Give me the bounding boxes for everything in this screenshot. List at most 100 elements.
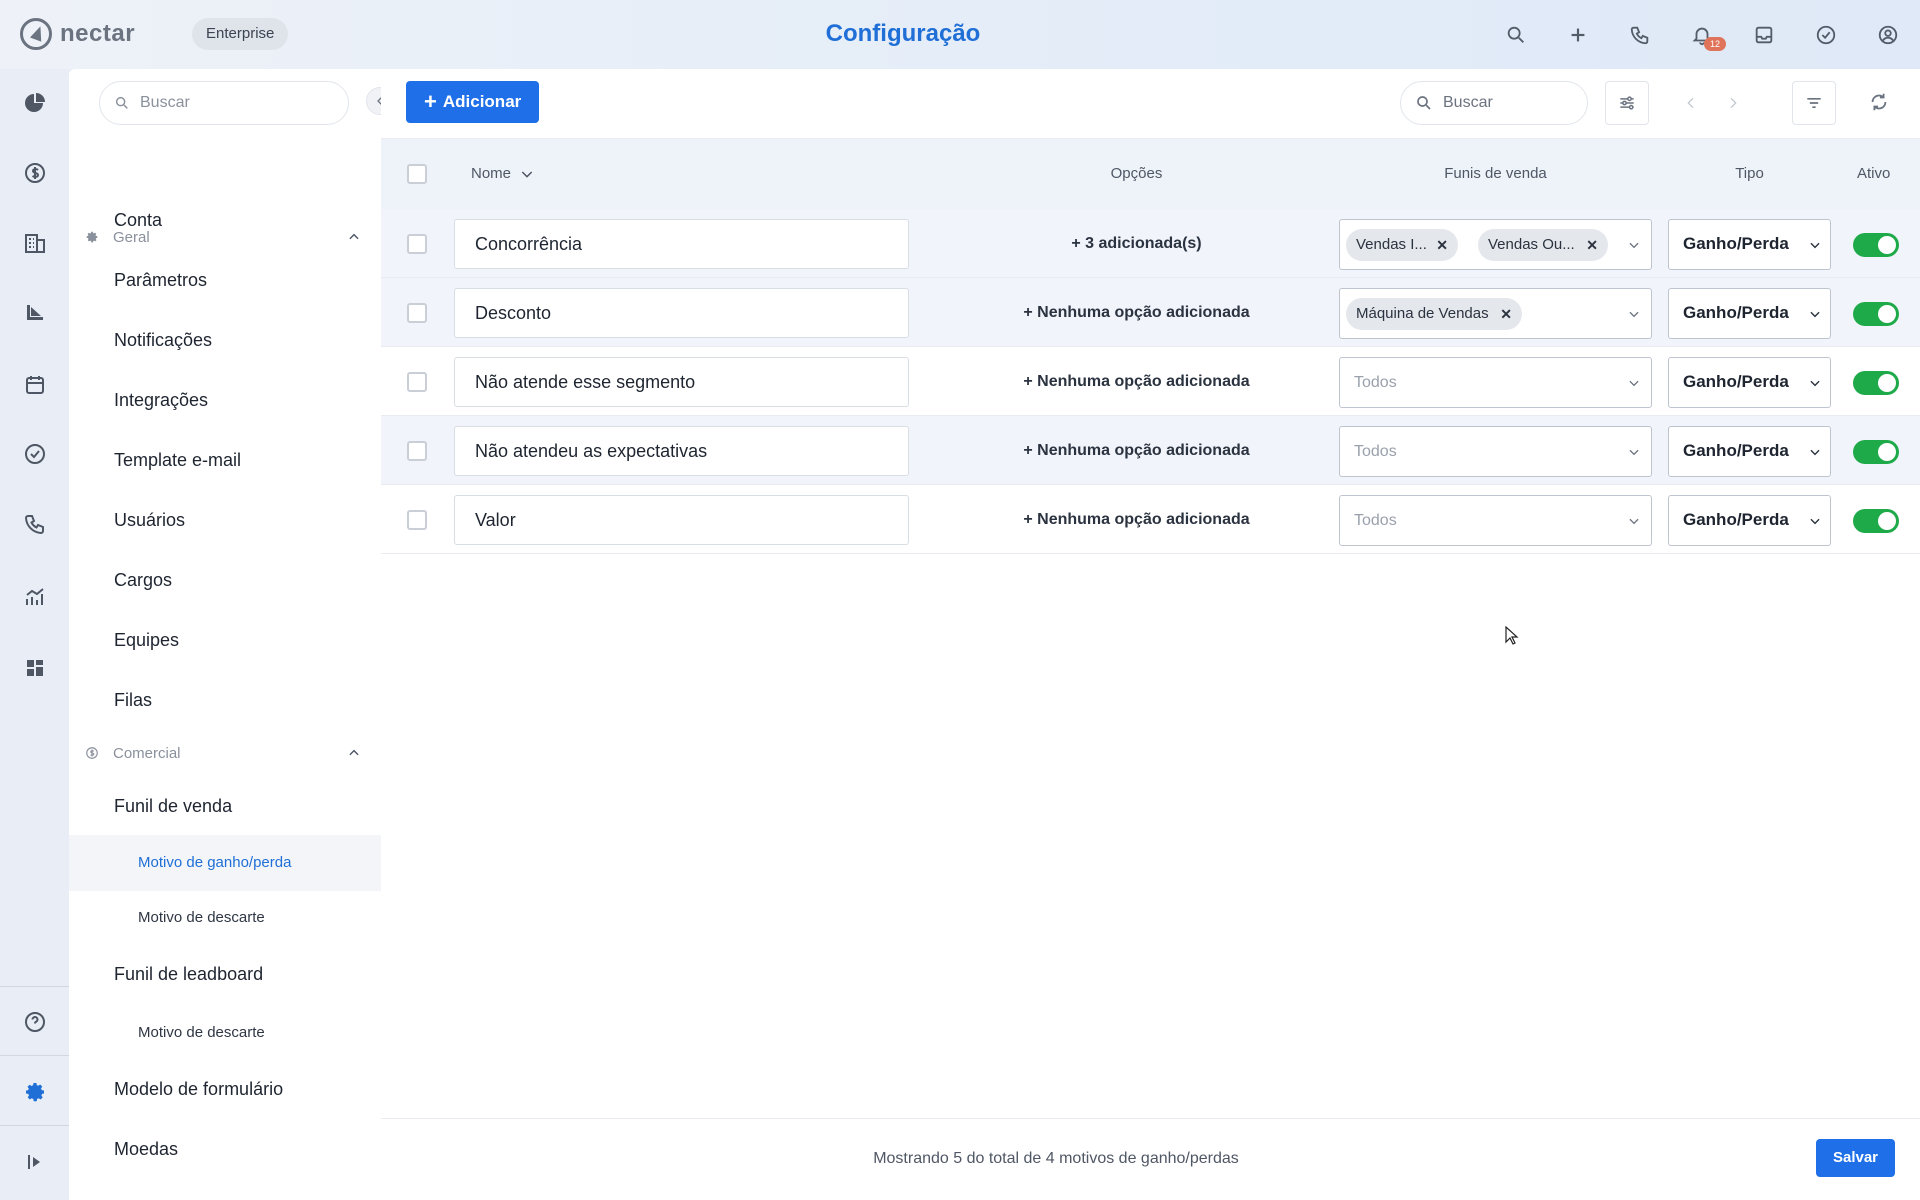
funnel-select[interactable]: Todos bbox=[1339, 495, 1652, 546]
help-icon[interactable] bbox=[19, 1006, 51, 1038]
sidebar-item-funil-de-venda[interactable]: Funil de venda bbox=[114, 796, 232, 817]
funnel-select[interactable]: Todos bbox=[1339, 426, 1652, 477]
phone-icon[interactable] bbox=[19, 508, 51, 540]
bell-icon[interactable]: 12 bbox=[1684, 17, 1726, 53]
sidebar-item-motivo-ganho-perda[interactable]: Motivo de ganho/perda bbox=[138, 854, 291, 871]
table-row: Valor + Nenhuma opção adicionada Todos G… bbox=[381, 485, 1920, 554]
sidebar-item-motivo-descarte-lead[interactable]: Motivo de descarte bbox=[138, 1024, 265, 1041]
active-toggle[interactable] bbox=[1853, 302, 1899, 326]
sidebar-item-notificacoes[interactable]: Notificações bbox=[114, 330, 212, 351]
remove-chip-icon[interactable]: ✕ bbox=[1436, 229, 1448, 261]
dashboard-icon[interactable] bbox=[19, 652, 51, 684]
sidebar-item-modelo-formulario[interactable]: Modelo de formulário bbox=[114, 1079, 283, 1100]
table-search-placeholder: Buscar bbox=[1443, 94, 1493, 111]
active-toggle[interactable] bbox=[1853, 371, 1899, 395]
dollar-icon[interactable] bbox=[19, 157, 51, 189]
remove-chip-icon[interactable]: ✕ bbox=[1586, 229, 1598, 261]
gear-icon[interactable] bbox=[19, 1076, 51, 1108]
user-circle-icon[interactable] bbox=[1870, 17, 1906, 53]
type-select[interactable]: Ganho/Perda bbox=[1668, 357, 1831, 408]
top-icons: 12 bbox=[1498, 17, 1906, 53]
reason-name-input[interactable]: Não atendeu as expectativas bbox=[454, 426, 909, 476]
options-label: 3 adicionada(s) bbox=[1085, 235, 1202, 252]
section-comercial[interactable]: Comercial bbox=[85, 738, 367, 768]
save-button[interactable]: Salvar bbox=[1816, 1139, 1895, 1177]
type-select[interactable]: Ganho/Perda bbox=[1668, 495, 1831, 546]
rail-divider bbox=[0, 1125, 69, 1126]
sidebar-item-funil-de-leadboard[interactable]: Funil de leadboard bbox=[114, 964, 263, 985]
funnel-chip: Vendas I... ✕ bbox=[1346, 229, 1458, 261]
sidebar-item-equipes[interactable]: Equipes bbox=[114, 630, 179, 651]
funnel-select[interactable]: Todos bbox=[1339, 357, 1652, 408]
options-link[interactable]: + Nenhuma opção adicionada bbox=[909, 416, 1364, 485]
options-link[interactable]: + Nenhuma opção adicionada bbox=[909, 278, 1364, 347]
section-title: Comercial bbox=[113, 744, 181, 762]
calendar-icon[interactable] bbox=[19, 369, 51, 401]
toolbar: + Adicionar Buscar bbox=[381, 69, 1920, 139]
plus-icon[interactable] bbox=[1560, 17, 1596, 53]
phone-icon[interactable] bbox=[1622, 17, 1658, 53]
options-label: Nenhuma opção adicionada bbox=[1037, 442, 1250, 459]
results-summary: Mostrando 5 do total de 4 motivos de gan… bbox=[873, 1150, 1239, 1167]
options-link[interactable]: + 3 adicionada(s) bbox=[909, 209, 1364, 278]
sidebar-item-conta[interactable]: Conta bbox=[114, 210, 162, 231]
row-checkbox[interactable] bbox=[407, 234, 427, 254]
add-button[interactable]: + Adicionar bbox=[406, 81, 540, 123]
type-value: Ganho/Perda bbox=[1683, 510, 1789, 529]
funnel-chart-icon[interactable] bbox=[19, 297, 51, 329]
sidebar-item-usuarios[interactable]: Usuários bbox=[114, 510, 185, 531]
select-all-checkbox[interactable] bbox=[407, 164, 427, 184]
type-select[interactable]: Ganho/Perda bbox=[1668, 426, 1831, 477]
reason-name-input[interactable]: Desconto bbox=[454, 288, 909, 338]
search-icon[interactable] bbox=[1498, 17, 1534, 53]
inbox-icon[interactable] bbox=[1746, 17, 1782, 53]
column-header-label: Nome bbox=[471, 165, 512, 182]
sidebar-item-template-email[interactable]: Template e-mail bbox=[114, 450, 241, 471]
sidebar-item-motivo-descarte[interactable]: Motivo de descarte bbox=[138, 909, 265, 926]
options-link[interactable]: + Nenhuma opção adicionada bbox=[909, 485, 1364, 554]
sidebar-item-parametros[interactable]: Parâmetros bbox=[114, 270, 207, 291]
top-bar: nectar Enterprise Configuração 12 bbox=[0, 0, 1920, 69]
sliders-icon bbox=[1620, 96, 1634, 110]
prev-page-button[interactable] bbox=[1679, 91, 1703, 115]
column-settings-button[interactable] bbox=[1605, 81, 1649, 125]
row-checkbox[interactable] bbox=[407, 510, 427, 530]
row-checkbox[interactable] bbox=[407, 372, 427, 392]
chevron-down-icon bbox=[1629, 242, 1639, 249]
reason-name-input[interactable]: Concorrência bbox=[454, 219, 909, 269]
analytics-icon[interactable] bbox=[19, 581, 51, 613]
reason-name-input[interactable]: Não atende esse segmento bbox=[454, 357, 909, 407]
building-icon[interactable] bbox=[19, 227, 51, 259]
sidebar-search-input[interactable]: Buscar bbox=[99, 81, 349, 125]
type-select[interactable]: Ganho/Perda bbox=[1668, 288, 1831, 339]
sidebar-item-moedas[interactable]: Moedas bbox=[114, 1139, 178, 1160]
type-select[interactable]: Ganho/Perda bbox=[1668, 219, 1831, 270]
sidebar-item-cargos[interactable]: Cargos bbox=[114, 570, 172, 591]
expand-icon[interactable] bbox=[19, 1146, 51, 1178]
pie-chart-icon[interactable] bbox=[19, 87, 51, 119]
active-toggle[interactable] bbox=[1853, 440, 1899, 464]
active-toggle[interactable] bbox=[1853, 509, 1899, 533]
type-value: Ganho/Perda bbox=[1683, 441, 1789, 460]
column-header-nome[interactable]: Nome bbox=[471, 139, 535, 209]
check-circle-icon[interactable] bbox=[1808, 17, 1844, 53]
funnel-select[interactable]: Vendas I... ✕ Vendas Ou... ✕ bbox=[1339, 219, 1652, 270]
table-search-input[interactable]: Buscar bbox=[1400, 81, 1588, 125]
active-toggle[interactable] bbox=[1853, 233, 1899, 257]
refresh-button[interactable] bbox=[1868, 91, 1892, 115]
options-link[interactable]: + Nenhuma opção adicionada bbox=[909, 347, 1364, 416]
plus-icon: + bbox=[1023, 373, 1038, 390]
row-checkbox[interactable] bbox=[407, 441, 427, 461]
column-header-tipo: Tipo bbox=[1735, 165, 1764, 182]
check-circle-icon[interactable] bbox=[19, 438, 51, 470]
table-header: Nome Opções Funis de venda Tipo Ativo bbox=[381, 139, 1920, 209]
remove-chip-icon[interactable]: ✕ bbox=[1500, 298, 1512, 330]
sidebar-item-filas[interactable]: Filas bbox=[114, 690, 152, 711]
funnel-select[interactable]: Máquina de Vendas ✕ bbox=[1339, 288, 1652, 339]
next-page-button[interactable] bbox=[1721, 91, 1745, 115]
filter-button[interactable] bbox=[1792, 81, 1836, 125]
funnel-placeholder: Todos bbox=[1354, 443, 1397, 460]
reason-name-input[interactable]: Valor bbox=[454, 495, 909, 545]
sidebar-item-integracoes[interactable]: Integrações bbox=[114, 390, 208, 411]
row-checkbox[interactable] bbox=[407, 303, 427, 323]
